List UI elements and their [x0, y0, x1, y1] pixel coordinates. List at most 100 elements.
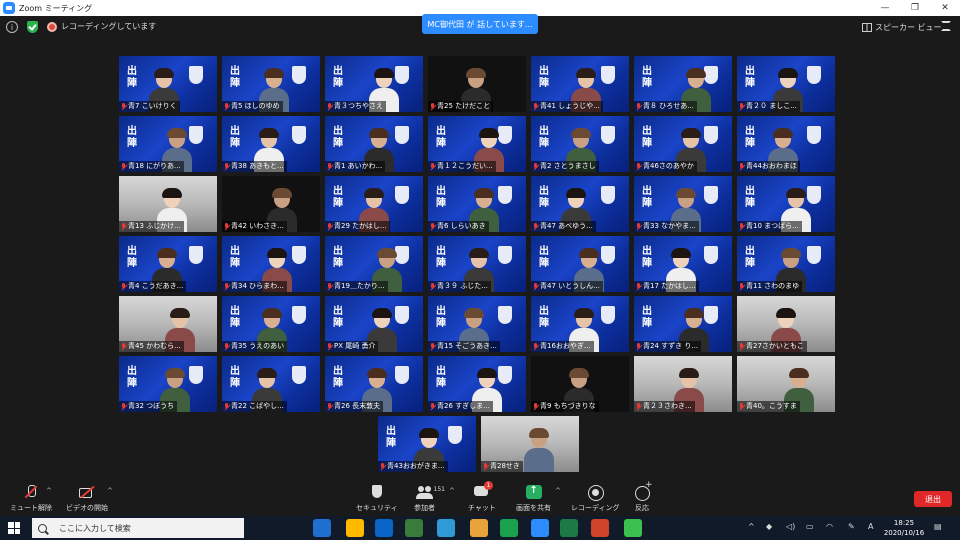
participant-tile[interactable]: 出 陣青11 さわのまゆ: [737, 236, 835, 292]
maximize-button[interactable]: ❐: [900, 0, 930, 16]
participant-tile[interactable]: 出 陣青9 もちづきりな: [531, 356, 629, 412]
wifi-icon[interactable]: ◠: [826, 522, 833, 531]
participant-tile[interactable]: 出 陣青2 さとうまさし: [531, 116, 629, 172]
pen-icon[interactable]: ✎: [848, 522, 855, 531]
participant-tile[interactable]: 出 陣青7 こいけりく: [119, 56, 217, 112]
sticky-notes-icon[interactable]: [346, 519, 364, 537]
participant-tile[interactable]: 出 陣青34 ひらまわ...: [222, 236, 320, 292]
participant-tile[interactable]: 出 陣青26 すぎしま...: [428, 356, 526, 412]
team-emblem-icon: [292, 306, 306, 324]
meeting-toolbar: ミュート解除 ^ ビデオの開始 ^ セキュリティ 151 参加者 ^ 1 チャッ…: [0, 480, 960, 516]
virtual-background-text: 出 陣: [539, 306, 549, 329]
audio-options-chevron-icon[interactable]: ^: [46, 487, 52, 495]
chat-button[interactable]: 1 チャット: [468, 481, 496, 513]
muted-mic-icon: [327, 102, 332, 111]
leave-meeting-button[interactable]: 退出: [914, 491, 952, 507]
taskbar-clock[interactable]: 18:25 2020/10/16: [880, 518, 928, 538]
participant-tile[interactable]: 出 陣青16おおやぎ...: [531, 296, 629, 352]
participant-tile[interactable]: 出 陣青32 つぼうち: [119, 356, 217, 412]
muted-mic-icon: [121, 282, 126, 291]
participant-tile[interactable]: 出 陣青25 たけだこと: [428, 56, 526, 112]
minimize-button[interactable]: —: [870, 0, 900, 16]
security-button[interactable]: セキュリティ: [356, 484, 398, 513]
participant-tile[interactable]: 出 陣 PX 尾崎 勇介: [325, 296, 423, 352]
participant-tile[interactable]: 出 陣青4 こうだあき...: [119, 236, 217, 292]
line-app-icon[interactable]: [624, 519, 642, 537]
participant-tile[interactable]: 出 陣青29 たかはし...: [325, 176, 423, 232]
volume-icon[interactable]: ◁): [786, 522, 795, 531]
participant-tile[interactable]: 出 陣青17 たかはし...: [634, 236, 732, 292]
participant-tile[interactable]: 出 陣青10 まつばら...: [737, 176, 835, 232]
participant-tile[interactable]: 出 陣青42 いわさき...: [222, 176, 320, 232]
participant-name: 青10 まつばら...: [746, 222, 799, 230]
excel-icon[interactable]: [560, 519, 578, 537]
participant-tile[interactable]: 出 陣青43おおがきま...: [378, 416, 476, 472]
outlook-icon[interactable]: [313, 519, 331, 537]
participant-tile[interactable]: 出 陣青28せき: [481, 416, 579, 472]
network-icon[interactable]: ▭: [806, 522, 814, 531]
windows-start-icon[interactable]: [8, 522, 20, 534]
participant-tile[interactable]: 出 陣青１２こうだい...: [428, 116, 526, 172]
participant-tile[interactable]: 出 陣青1 あいかわ...: [325, 116, 423, 172]
participants-button[interactable]: 151 参加者: [414, 484, 445, 513]
participant-name-label: 青18 にがりあ...: [119, 161, 184, 172]
start-video-button[interactable]: ビデオの開始: [66, 484, 108, 513]
video-options-chevron-icon[interactable]: ^: [107, 487, 113, 495]
participant-tile[interactable]: 出 陣青19＿たかり...: [325, 236, 423, 292]
participant-tile[interactable]: 出 陣青26 長末敦夫: [325, 356, 423, 412]
participant-tile[interactable]: 出 陣青46さのあやか: [634, 116, 732, 172]
dropbox-icon[interactable]: [375, 519, 393, 537]
participant-tile[interactable]: 出 陣青22 こばやし...: [222, 356, 320, 412]
participants-chevron-icon[interactable]: ^: [449, 487, 455, 495]
muted-mic-icon: [636, 162, 641, 171]
participant-tile[interactable]: 出 陣青13 ふじかけ...: [119, 176, 217, 232]
participant-name-label: 青15 そごうあき...: [428, 341, 500, 352]
participant-tile[interactable]: 出 陣青35 うえのあい: [222, 296, 320, 352]
speaker-view-button[interactable]: スピーカー ビュー: [862, 20, 942, 34]
encryption-shield-icon[interactable]: [27, 21, 38, 33]
ime-indicator[interactable]: A: [868, 522, 873, 531]
participant-tile[interactable]: 出 陣青33 なかやま...: [634, 176, 732, 232]
participant-tile[interactable]: 出 陣青27さかいともこ: [737, 296, 835, 352]
participant-tile[interactable]: 出 陣青３９ ふじた...: [428, 236, 526, 292]
fullscreen-icon[interactable]: [941, 21, 951, 31]
participant-tile[interactable]: 出 陣青41 しょうじや...: [531, 56, 629, 112]
participant-tile[interactable]: 出 陣青40。こうすま: [737, 356, 835, 412]
chrome-icon[interactable]: [500, 519, 518, 537]
participant-tile[interactable]: 出 陣青15 そごうあき...: [428, 296, 526, 352]
record-button[interactable]: レコーディング: [571, 484, 620, 513]
participant-name-label: 青１２こうだい...: [428, 161, 496, 172]
participant-tile[interactable]: 出 陣青24 すずき り...: [634, 296, 732, 352]
participants-icon: 151: [415, 484, 445, 500]
browser-icon[interactable]: [437, 519, 455, 537]
participant-tile[interactable]: 出 陣青38 あきもと...: [222, 116, 320, 172]
participant-tile[interactable]: 出 陣青6 しらいあき: [428, 176, 526, 232]
participant-name: 青８ ひろせあ...: [643, 102, 694, 110]
team-emblem-icon: [189, 246, 203, 264]
excel-sheet-icon[interactable]: [405, 519, 423, 537]
camera-off-icon: [78, 484, 96, 500]
reactions-button[interactable]: 反応: [633, 480, 653, 513]
recording-dot-icon: [47, 22, 57, 32]
participant-tile[interactable]: 出 陣青３つちやさえ: [325, 56, 423, 112]
participant-tile[interactable]: 出 陣青47 いとうしん...: [531, 236, 629, 292]
zoom-app-icon[interactable]: [531, 519, 549, 537]
participant-tile[interactable]: 出 陣青47 あべゆう...: [531, 176, 629, 232]
show-hidden-icons-icon[interactable]: ^: [748, 522, 755, 531]
notifications-icon[interactable]: ▤: [934, 522, 942, 531]
participant-tile[interactable]: 出 陣青5 ほしのゆめ: [222, 56, 320, 112]
files-icon[interactable]: [470, 519, 488, 537]
participant-tile[interactable]: 出 陣青８ ひろせあ...: [634, 56, 732, 112]
dropbox-tray-icon[interactable]: ◆: [766, 522, 772, 531]
participant-tile[interactable]: 出 陣青18 にがりあ...: [119, 116, 217, 172]
close-button[interactable]: ✕: [930, 0, 960, 16]
participant-tile[interactable]: 出 陣青44おおわまほ: [737, 116, 835, 172]
taskbar-search-input[interactable]: ここに入力して検索: [32, 518, 244, 538]
share-screen-button[interactable]: 画面を共有: [516, 484, 551, 513]
powerpoint-icon[interactable]: [591, 519, 609, 537]
participant-tile[interactable]: 出 陣青２０ ましこ...: [737, 56, 835, 112]
share-options-chevron-icon[interactable]: ^: [555, 487, 561, 495]
participant-tile[interactable]: 出 陣青２３さわき...: [634, 356, 732, 412]
participant-tile[interactable]: 出 陣青45 かわむら...: [119, 296, 217, 352]
meeting-info-icon[interactable]: i: [6, 21, 18, 33]
